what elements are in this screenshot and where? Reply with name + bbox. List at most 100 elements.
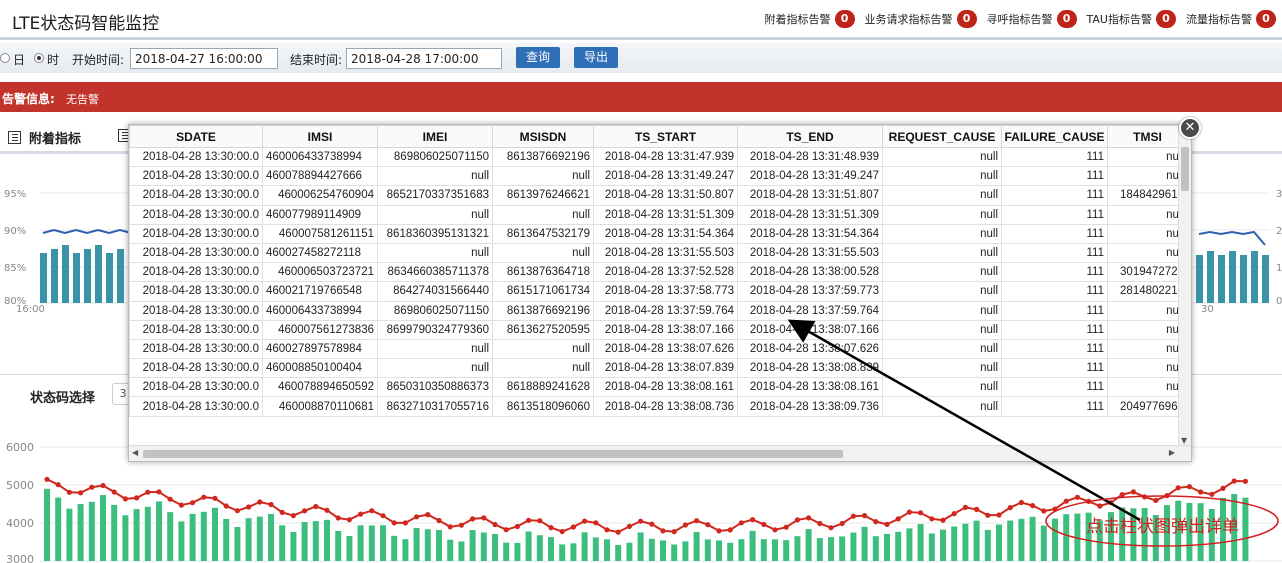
status-code-bar[interactable] — [212, 507, 218, 561]
status-code-bar[interactable] — [536, 535, 543, 561]
status-code-bar[interactable] — [256, 516, 263, 561]
status-code-bar[interactable] — [469, 530, 476, 561]
status-code-bar[interactable] — [178, 521, 185, 561]
status-code-bar[interactable] — [357, 525, 364, 561]
column-header[interactable]: IMEI — [377, 125, 493, 148]
table-row[interactable]: 2018-04-28 13:30:00.0 460006503723721 8634… — [129, 262, 1188, 283]
status-code-bar[interactable] — [413, 527, 420, 561]
status-code-bar[interactable] — [604, 539, 610, 561]
status-code-bar[interactable] — [917, 523, 924, 561]
attach-bar[interactable] — [51, 249, 58, 303]
status-code-bar[interactable] — [783, 540, 790, 561]
alarm-attach[interactable]: 附着指标告警 0 — [765, 10, 855, 28]
vertical-scrollbar[interactable]: ▼ — [1178, 125, 1191, 447]
status-code-bar[interactable] — [1029, 516, 1036, 561]
status-code-bar[interactable] — [55, 497, 62, 561]
radio-day[interactable] — [0, 53, 10, 63]
status-code-bar[interactable] — [626, 542, 633, 561]
scrollbar-thumb[interactable] — [143, 450, 843, 458]
status-code-bar[interactable] — [480, 532, 487, 561]
table-row[interactable]: 2018-04-28 13:30:00.0 460006254760904 8652… — [129, 185, 1188, 206]
status-code-bar[interactable] — [1052, 518, 1058, 561]
query-button[interactable]: 查询 — [516, 47, 561, 68]
attach-bar[interactable] — [1229, 251, 1236, 303]
status-code-bar[interactable] — [514, 542, 521, 561]
attach-bar[interactable] — [73, 253, 80, 303]
attach-bar[interactable] — [1251, 251, 1258, 303]
status-code-bar[interactable] — [167, 512, 174, 561]
close-icon[interactable]: ✕ — [1179, 117, 1201, 139]
status-code-bar[interactable] — [144, 506, 151, 561]
column-header[interactable]: FAILURE_CAUSE — [1001, 125, 1108, 148]
attach-bar[interactable] — [1196, 255, 1203, 303]
status-code-bar[interactable] — [156, 501, 162, 561]
scroll-right-icon[interactable]: ▶ — [1169, 448, 1175, 457]
status-code-bar[interactable] — [66, 508, 73, 561]
status-code-bar[interactable] — [391, 535, 398, 561]
alarm-paging[interactable]: 寻呼指标告警 0 — [987, 10, 1077, 28]
status-code-bar[interactable] — [100, 495, 106, 561]
status-code-bar[interactable] — [928, 533, 935, 561]
status-code-bar[interactable] — [133, 509, 140, 561]
start-time-input[interactable] — [130, 48, 278, 69]
column-header[interactable]: SDATE — [129, 125, 263, 148]
table-row[interactable]: 2018-04-28 13:30:00.0 460078894650592 8650… — [129, 377, 1188, 398]
status-code-bar[interactable] — [447, 539, 454, 561]
status-code-bar[interactable] — [111, 504, 118, 561]
status-code-bar[interactable] — [682, 541, 689, 561]
status-code-bar[interactable] — [760, 539, 767, 561]
status-code-bar[interactable] — [424, 529, 431, 561]
table-row[interactable]: 2018-04-28 13:30:00.0 460008870110681 8632… — [129, 396, 1188, 417]
status-code-bar[interactable] — [559, 544, 566, 561]
status-code-bar[interactable] — [850, 532, 857, 561]
end-time-input[interactable] — [346, 48, 502, 69]
status-code-bar[interactable] — [671, 544, 678, 561]
export-button[interactable]: 导出 — [574, 47, 619, 68]
status-code-bar[interactable] — [503, 542, 510, 561]
status-code-bar[interactable] — [44, 488, 50, 561]
status-code-bar[interactable] — [660, 540, 666, 561]
status-code-bar[interactable] — [693, 531, 700, 561]
status-code-bar[interactable] — [570, 543, 577, 561]
status-code-bar[interactable] — [312, 521, 319, 561]
table-row[interactable]: 2018-04-28 13:30:00.0 460078894427666 null… — [129, 166, 1188, 187]
status-code-bar[interactable] — [346, 535, 353, 561]
table-row[interactable]: 2018-04-28 13:30:00.0 460027897578984 null… — [129, 338, 1188, 360]
status-code-bar[interactable] — [525, 531, 532, 561]
status-code-bar[interactable] — [402, 539, 409, 561]
status-code-bar[interactable] — [637, 532, 644, 561]
table-row[interactable]: 2018-04-28 13:30:00.0 460077989114909 null… — [129, 204, 1188, 225]
status-code-bar[interactable] — [884, 533, 890, 561]
attach-bar[interactable] — [95, 245, 102, 303]
alarm-tau[interactable]: TAU指标告警 0 — [1087, 10, 1176, 28]
status-code-bar[interactable] — [458, 541, 465, 561]
status-code-bar[interactable] — [335, 530, 342, 561]
status-code-bar[interactable] — [279, 525, 286, 561]
status-code-bar[interactable] — [828, 537, 834, 561]
table-row[interactable]: 2018-04-28 13:30:00.0 460027458272118 null… — [129, 242, 1188, 264]
status-code-bar[interactable] — [245, 518, 252, 561]
attach-bar[interactable] — [1240, 255, 1247, 303]
status-code-bar[interactable] — [492, 533, 498, 561]
status-code-bar[interactable] — [592, 537, 599, 561]
attach-bar[interactable] — [117, 249, 124, 303]
status-code-bar[interactable] — [380, 525, 386, 561]
status-code-bar[interactable] — [984, 529, 991, 561]
status-code-bar[interactable] — [290, 531, 297, 561]
status-code-bar[interactable] — [324, 519, 330, 561]
status-code-bar[interactable] — [1007, 520, 1014, 561]
status-code-bar[interactable] — [615, 545, 622, 561]
status-code-bar[interactable] — [368, 525, 375, 561]
scroll-down-icon[interactable]: ▼ — [1181, 436, 1187, 445]
status-code-bar[interactable] — [1242, 497, 1249, 561]
status-code-bar[interactable] — [122, 515, 129, 561]
status-code-bar[interactable] — [738, 539, 745, 561]
status-code-bar[interactable] — [1074, 513, 1081, 561]
status-code-bar[interactable] — [1018, 518, 1025, 561]
column-header[interactable]: MSISDN — [492, 125, 594, 148]
status-code-bar[interactable] — [872, 536, 879, 561]
status-code-bar[interactable] — [772, 539, 778, 561]
scrollbar-thumb[interactable] — [1181, 147, 1189, 191]
table-row[interactable]: 2018-04-28 13:30:00.0 460007581261151 8618… — [129, 223, 1188, 244]
status-code-bar[interactable] — [906, 528, 913, 561]
